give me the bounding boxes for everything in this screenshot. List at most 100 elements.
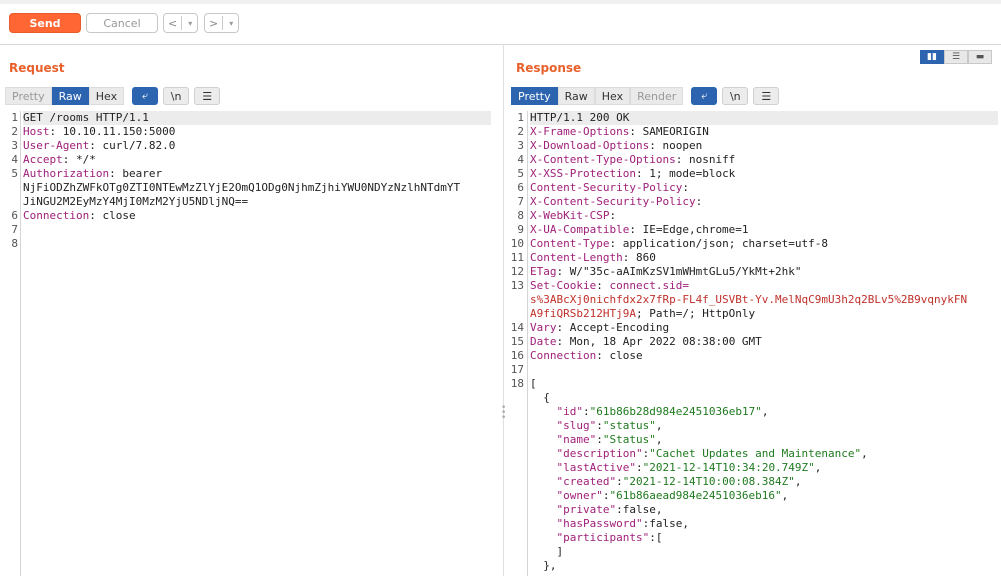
send-button[interactable]: Send bbox=[9, 13, 81, 33]
header-name: X-UA-Compatible bbox=[530, 223, 630, 236]
colon: : bbox=[649, 139, 656, 152]
json-string: "Status" bbox=[602, 433, 656, 446]
cookie-value: A9fiQRSb212HTj9A bbox=[530, 307, 636, 320]
response-title: Response bbox=[516, 61, 582, 75]
code-line: Vary: Accept-Encoding bbox=[530, 321, 669, 335]
comma: , bbox=[781, 489, 789, 502]
tab-pretty: Pretty bbox=[5, 87, 52, 105]
colon: : bbox=[89, 209, 96, 222]
code-line: Date: Mon, 18 Apr 2022 08:38:00 GMT bbox=[530, 335, 762, 349]
json-string: "2021-12-14T10:00:08.384Z" bbox=[622, 475, 795, 488]
code-line: Content-Security-Policy: bbox=[530, 181, 689, 195]
code-line: "lastActive":"2021-12-14T10:34:20.749Z", bbox=[530, 461, 822, 475]
header-value: IE=Edge,chrome=1 bbox=[635, 223, 749, 236]
json-key: "participants" bbox=[556, 531, 650, 544]
line-number: 2 bbox=[517, 125, 524, 138]
line-number: 15 bbox=[510, 335, 524, 348]
code-line: { bbox=[530, 391, 550, 405]
cancel-button[interactable]: Cancel bbox=[86, 13, 158, 33]
line-number: 3 bbox=[517, 139, 524, 152]
line-number: 8 bbox=[11, 237, 18, 250]
code-line: ETag: W/"35c-aAImKzSV1mWHmtGLu5/YkMt+2hk… bbox=[530, 265, 802, 279]
chevron-down-icon[interactable]: ▾ bbox=[188, 19, 192, 28]
colon: : bbox=[629, 125, 636, 138]
response-gutter bbox=[527, 111, 528, 576]
word-wrap-button[interactable]: ⤶ bbox=[132, 87, 159, 105]
line-number: 13 bbox=[510, 279, 524, 292]
comma: , bbox=[814, 461, 822, 474]
tab-hex[interactable]: Hex bbox=[88, 87, 125, 105]
header-value: curl/7.82.0 bbox=[95, 139, 176, 152]
tab-raw[interactable]: Raw bbox=[557, 87, 595, 105]
json-string: "61b86aead984e2451036eb16" bbox=[609, 489, 782, 502]
code-line: User-Agent: curl/7.82.0 bbox=[23, 139, 175, 153]
line-number: 14 bbox=[510, 321, 524, 334]
split-vertical-icon[interactable]: ☰ bbox=[944, 50, 968, 64]
header-value: bearer bbox=[115, 167, 163, 180]
back-icon: < bbox=[168, 16, 178, 30]
word-wrap-button[interactable]: ⤶ bbox=[691, 87, 718, 105]
json-key: "lastActive" bbox=[556, 461, 636, 474]
tab-raw[interactable]: Raw bbox=[51, 87, 89, 105]
header-value: ; Path=/; HttpOnly bbox=[635, 307, 756, 320]
line-text: NjFiODZhZWFkOTg0ZTI0NTEwMzZlYjE2OmQ1ODg0… bbox=[23, 181, 461, 194]
line-number: 5 bbox=[517, 167, 524, 180]
line-number: 3 bbox=[11, 139, 18, 152]
header-value: close bbox=[95, 209, 136, 222]
menu-button[interactable]: ☰ bbox=[194, 87, 221, 105]
line-text: JiNGU2M2EyMzY4MjI0MzM2YjU5NDljNQ== bbox=[23, 195, 249, 208]
split-horizontal-icon[interactable]: ▮▮ bbox=[920, 50, 944, 64]
code-line: X-UA-Compatible: IE=Edge,chrome=1 bbox=[530, 223, 749, 237]
comma: , bbox=[655, 419, 663, 432]
menu-button[interactable]: ☰ bbox=[753, 87, 780, 105]
json-key: "name" bbox=[556, 433, 597, 446]
wrap-icon: ⤶ bbox=[701, 89, 708, 102]
line-text: }, bbox=[530, 559, 557, 572]
chevron-down-icon[interactable]: ▾ bbox=[229, 19, 233, 28]
tab-hex[interactable]: Hex bbox=[594, 87, 631, 105]
header-value: 10.10.11.150:5000 bbox=[56, 125, 176, 138]
line-number: 6 bbox=[11, 209, 18, 222]
header-name: User-Agent bbox=[23, 139, 90, 152]
code-line: X-WebKit-CSP: bbox=[530, 209, 616, 223]
request-title: Request bbox=[9, 61, 65, 75]
header-name: Set-Cookie bbox=[530, 279, 597, 292]
back-button[interactable]: < ▾ bbox=[163, 13, 198, 33]
line-text: ] bbox=[530, 545, 564, 558]
drag-handle-icon[interactable]: • • • bbox=[501, 404, 506, 423]
code-line: X-Content-Type-Options: nosniff bbox=[530, 153, 735, 167]
separator bbox=[222, 16, 224, 30]
forward-icon: > bbox=[209, 16, 219, 30]
code-line: "created":"2021-12-14T10:00:08.384Z", bbox=[530, 475, 802, 489]
json-key: "slug" bbox=[556, 419, 597, 432]
header-name: Content-Length bbox=[530, 251, 623, 264]
tab-pretty[interactable]: Pretty bbox=[511, 87, 558, 105]
line-number: 1 bbox=[11, 111, 18, 124]
header-name: X-Content-Security-Policy bbox=[530, 195, 696, 208]
forward-button[interactable]: > ▾ bbox=[204, 13, 239, 33]
header-name: Accept bbox=[23, 153, 63, 166]
header-name: X-Download-Options bbox=[530, 139, 650, 152]
colon: : bbox=[635, 461, 643, 474]
header-name: Connection bbox=[23, 209, 90, 222]
show-newlines-button[interactable]: \n bbox=[163, 87, 190, 105]
colon: : bbox=[629, 223, 636, 236]
header-name: X-WebKit-CSP bbox=[530, 209, 610, 222]
show-newlines-button[interactable]: \n bbox=[722, 87, 749, 105]
json-string: "status" bbox=[602, 419, 656, 432]
line-number: 8 bbox=[517, 209, 524, 222]
layout-toggle: ▮▮ ☰ ▬ bbox=[920, 50, 992, 64]
header-value: 860 bbox=[629, 251, 656, 264]
json-string: "Cachet Updates and Maintenance" bbox=[649, 447, 862, 460]
json-string: "61b86b28d984e2451036eb17" bbox=[589, 405, 762, 418]
tabs-layout-icon[interactable]: ▬ bbox=[968, 50, 992, 64]
comma: , bbox=[794, 475, 802, 488]
pane-divider[interactable] bbox=[503, 44, 504, 576]
